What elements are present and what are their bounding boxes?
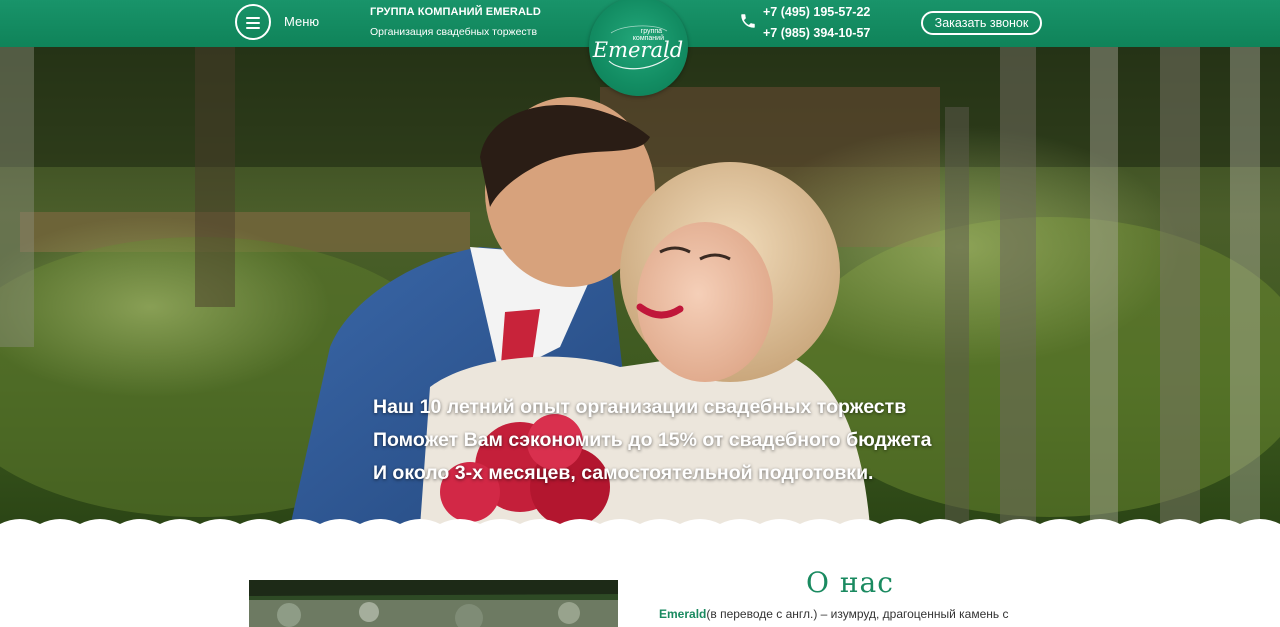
menu-label[interactable]: Меню xyxy=(284,14,319,29)
phone-icon xyxy=(741,14,755,28)
hero-line-1: Наш 10 летний опыт организации свадебных… xyxy=(373,396,907,418)
emerald-logo[interactable]: группа компаний Emerald xyxy=(589,0,688,96)
wave-divider xyxy=(0,519,1280,530)
about-title: О нас xyxy=(806,566,894,599)
phone-number-2[interactable]: +7 (985) 394-10-57 xyxy=(763,26,870,40)
callback-button[interactable]: Заказать звонок xyxy=(921,11,1042,35)
logo-small-text-1: группа xyxy=(641,28,662,35)
hero-line-3: И около 3-х месяцев, самостоятельной под… xyxy=(373,462,874,484)
hamburger-icon-bar xyxy=(246,22,260,24)
about-brand: Emerald xyxy=(659,607,707,621)
logo-script-text: Emerald xyxy=(592,38,683,62)
about-text: Emerald(в переводе с англ.) – изумруд, д… xyxy=(659,607,1008,621)
company-name: ГРУППА КОМПАНИЙ EMERALD xyxy=(370,6,541,18)
phone-number-1[interactable]: +7 (495) 195-57-22 xyxy=(763,5,870,19)
hero-line-2: Поможет Вам сэкономить до 15% от свадебн… xyxy=(373,429,932,451)
hamburger-icon-bar xyxy=(246,27,260,29)
logo-emblem: группа компаний Emerald xyxy=(592,25,683,70)
hero-banner: Наш 10 летний опыт организации свадебных… xyxy=(0,47,1280,527)
about-description: (в переводе с англ.) – изумруд, драгоцен… xyxy=(706,607,1009,621)
hamburger-icon xyxy=(246,17,260,19)
company-subtitle: Организация свадебных торжеств xyxy=(370,26,538,38)
hero-text: Наш 10 летний опыт организации свадебных… xyxy=(373,391,931,490)
menu-button[interactable] xyxy=(235,4,271,40)
